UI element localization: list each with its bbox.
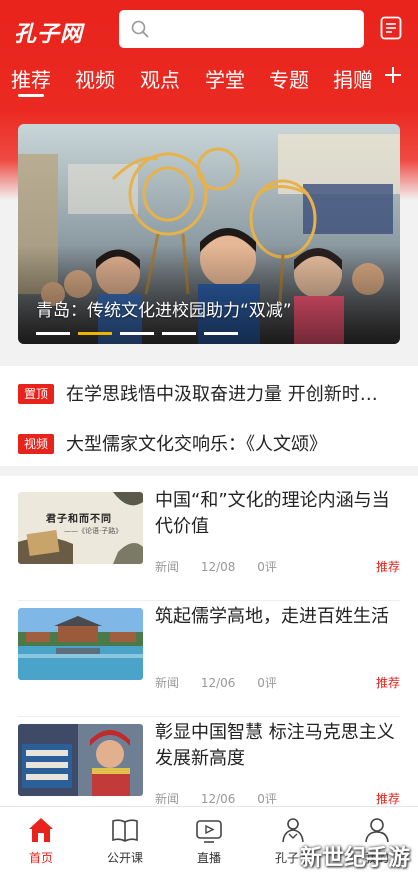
search-input[interactable] — [119, 10, 364, 48]
carousel-dot[interactable] — [120, 332, 154, 335]
tabbar-label: 公开课 — [106, 851, 143, 865]
article-divider — [18, 716, 400, 717]
tabbar-label: 首页 — [28, 851, 53, 865]
tv-icon — [196, 820, 222, 843]
article-date: 12/06 — [200, 676, 236, 690]
article-item[interactable]: 筑起儒学高地，走进百姓生活 新闻 12/06 0评 推荐 — [18, 606, 400, 717]
thumbnail-source: ——《论语·子路》 — [64, 527, 123, 535]
article-tag: 推荐 — [375, 560, 400, 574]
plus-icon[interactable] — [384, 66, 402, 84]
article-meta: 新闻 12/06 0评 — [155, 790, 295, 807]
article-comments: 0评 — [257, 676, 277, 690]
carousel-dot[interactable] — [162, 332, 196, 335]
app-logo[interactable]: 孔子网 — [14, 16, 83, 48]
watermark-text: 新世纪手游 — [300, 846, 411, 871]
book-icon — [112, 819, 138, 842]
banner-carousel[interactable]: 青岛：传统文化进校园助力“双减” — [18, 124, 400, 344]
article-category: 新闻 — [155, 560, 180, 574]
article-title: 筑起儒学高地，走进百姓生活 — [155, 606, 389, 627]
article-meta: 新闻 12/06 0评 — [155, 674, 295, 691]
tabbar-item-home[interactable]: 首页 — [6, 815, 76, 871]
tabbar-label: 直播 — [196, 851, 221, 865]
tabbar-item-live[interactable]: 直播 — [174, 815, 244, 871]
article-title: 彰显中国智慧 标注马克思主义发展新高度 — [155, 722, 395, 769]
search-icon — [131, 20, 149, 38]
article-divider — [18, 600, 400, 601]
article-date: 12/08 — [200, 560, 236, 574]
app-header: 孔子网 — [0, 0, 418, 56]
article-comments: 0评 — [257, 792, 277, 806]
article-feed: 君子和而不同 ——《论语·子路》 中国“和”文化的理论内涵与当代价值 新闻 12… — [0, 476, 418, 806]
section-divider — [0, 466, 418, 476]
article-comments: 0评 — [257, 560, 277, 574]
carousel-dot[interactable] — [204, 332, 238, 335]
article-tag: 推荐 — [375, 792, 400, 806]
headline-text: 在学思践悟中汲取奋进力量 开创新时… — [66, 384, 378, 405]
headline-list: 置顶 在学思践悟中汲取奋进力量 开创新时… 视频 大型儒家文化交响乐：《人文颂》 — [0, 366, 418, 466]
headline-text: 大型儒家文化交响乐：《人文颂》 — [66, 434, 327, 455]
article-item[interactable]: 君子和而不同 ——《论语·子路》 中国“和”文化的理论内涵与当代价值 新闻 12… — [18, 490, 400, 601]
home-icon — [29, 818, 53, 842]
article-date: 12/06 — [200, 792, 236, 806]
article-category: 新闻 — [155, 676, 180, 690]
article-title: 中国“和”文化的理论内涵与当代价值 — [155, 490, 390, 537]
pinned-badge: 置顶 — [18, 384, 54, 404]
message-icon[interactable] — [380, 16, 402, 40]
banner-caption: 青岛：传统文化进校园助力“双减” — [36, 301, 292, 321]
thumbnail-calligraphy: 君子和而不同 — [46, 514, 112, 525]
article-thumbnail — [18, 724, 143, 796]
carousel-dot[interactable] — [36, 332, 70, 335]
tab-recommend[interactable]: 推荐 — [11, 64, 51, 93]
article-thumbnail — [18, 608, 143, 680]
article-thumbnail: 君子和而不同 ——《论语·子路》 — [18, 492, 143, 564]
tab-academy[interactable]: 学堂 — [205, 64, 245, 93]
tab-donate[interactable]: 捐赠 — [333, 64, 373, 93]
active-tab-indicator — [18, 94, 44, 97]
article-category: 新闻 — [155, 792, 180, 806]
tab-opinion[interactable]: 观点 — [140, 64, 180, 93]
article-meta: 新闻 12/08 0评 — [155, 558, 295, 575]
tabbar-item-courses[interactable]: 公开课 — [90, 815, 160, 871]
carousel-dot-active[interactable] — [78, 332, 112, 335]
tab-video[interactable]: 视频 — [75, 64, 115, 93]
video-badge: 视频 — [18, 434, 54, 454]
tab-topics[interactable]: 专题 — [269, 64, 309, 93]
article-tag: 推荐 — [375, 676, 400, 690]
category-tabs: 推荐 视频 观点 学堂 专题 捐赠 — [0, 60, 418, 100]
